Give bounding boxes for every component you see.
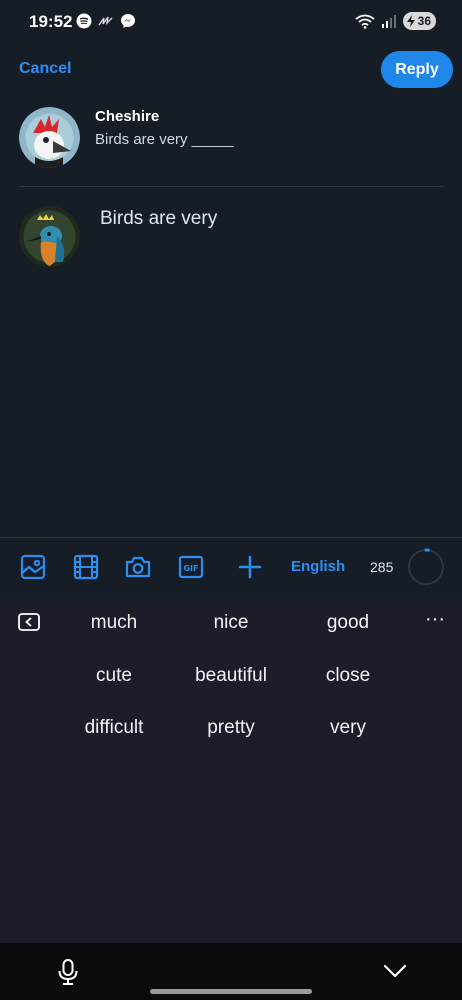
home-indicator[interactable] — [150, 989, 312, 994]
cancel-button[interactable]: Cancel — [19, 60, 71, 78]
gif-icon[interactable]: GIF — [178, 554, 204, 580]
suggestion-chip[interactable]: much — [59, 612, 169, 634]
spotify-icon — [76, 13, 92, 29]
reply-text-input[interactable]: Birds are very — [100, 208, 217, 230]
keyboard-back-icon[interactable] — [18, 613, 40, 631]
status-system-icons: 36 — [355, 12, 436, 30]
video-icon[interactable] — [73, 554, 99, 580]
status-time: 19:52 — [29, 12, 73, 31]
battery-level: 36 — [417, 14, 431, 28]
character-count: 285 — [370, 559, 394, 575]
composer-toolbar: GIF English 285 — [0, 537, 462, 597]
scribble-icon — [98, 16, 113, 26]
navigation-bar — [0, 943, 462, 1000]
image-icon[interactable] — [20, 554, 46, 580]
camera-icon[interactable] — [125, 554, 151, 580]
hide-keyboard-icon[interactable] — [383, 963, 407, 979]
microphone-icon[interactable] — [57, 959, 79, 985]
signal-icon — [381, 15, 396, 28]
battery-saver-icon — [406, 15, 415, 27]
reply-screen: 19:52 36 Cancel Reply Cheshire Birds are… — [0, 0, 462, 1000]
parent-author-name[interactable]: Cheshire — [95, 108, 159, 125]
suggestion-chip[interactable]: cute — [59, 665, 169, 687]
suggestion-chip[interactable]: beautiful — [176, 665, 286, 687]
language-button[interactable]: English — [291, 558, 345, 575]
user-avatar — [19, 206, 80, 267]
suggestion-chip[interactable]: pretty — [176, 717, 286, 739]
parent-post-text: Birds are very _____ — [95, 131, 234, 148]
suggestion-chip[interactable]: difficult — [59, 717, 169, 739]
suggestion-chip[interactable]: very — [293, 717, 403, 739]
svg-text:GIF: GIF — [183, 564, 198, 573]
post-divider — [19, 186, 444, 187]
keyboard-suggestions-panel: ··· much nice good cute beautiful close … — [0, 597, 462, 943]
suggestion-chip[interactable]: nice — [176, 612, 286, 634]
battery-indicator: 36 — [402, 12, 436, 30]
status-notification-icons — [76, 13, 136, 29]
status-bar: 19:52 36 — [0, 0, 462, 44]
character-progress-ring — [407, 548, 445, 586]
messenger-icon — [121, 14, 135, 28]
parent-author-avatar[interactable] — [19, 107, 80, 168]
add-icon[interactable] — [237, 554, 263, 580]
suggestion-chip[interactable]: close — [293, 665, 403, 687]
wifi-icon — [355, 14, 375, 29]
reply-button[interactable]: Reply — [381, 51, 453, 88]
suggestion-chip[interactable]: good — [293, 612, 403, 634]
more-options-icon[interactable]: ··· — [423, 609, 447, 631]
